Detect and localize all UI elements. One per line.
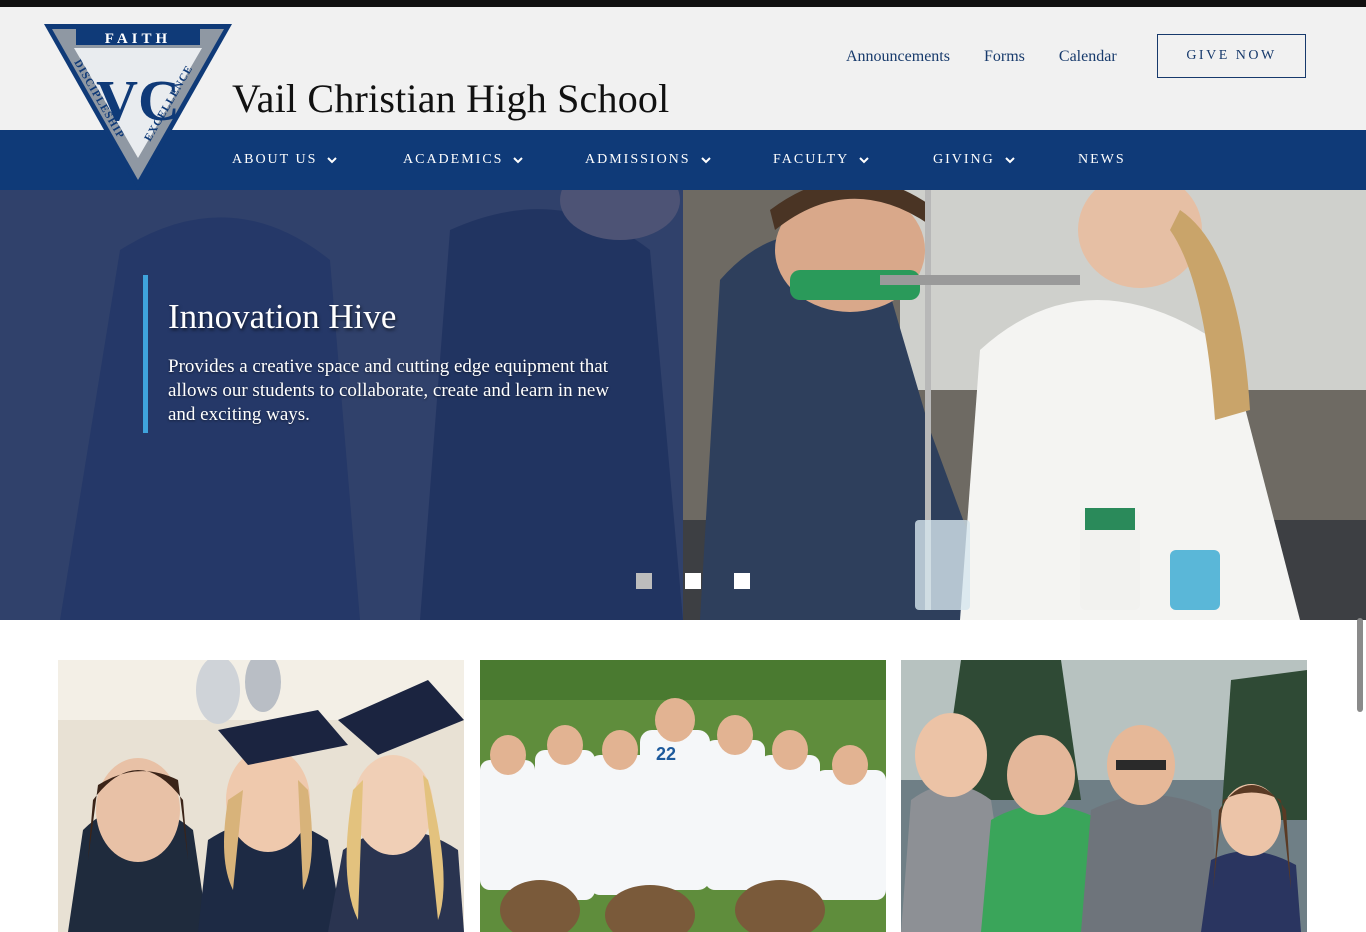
slide-dot-1[interactable] [636,573,652,589]
nav-news-label: NEWS [1078,152,1126,167]
utility-nav: Announcements Forms Calendar [846,48,1117,66]
nav-faculty[interactable]: FACULTY [773,130,870,190]
chevron-down-icon [512,154,524,166]
nav-giving-label: GIVING [933,152,995,167]
top-border [0,0,1366,7]
chevron-down-icon [1004,154,1016,166]
logo-monogram: VC [96,68,180,133]
nav-forms[interactable]: Forms [984,48,1025,66]
nav-academics-label: ACADEMICS [403,152,504,167]
logo-faith-text: FAITH [105,31,171,47]
nav-giving[interactable]: GIVING [933,130,1016,190]
nav-news[interactable]: NEWS [1078,130,1126,190]
nav-about-us-label: ABOUT US [232,152,318,167]
give-now-button[interactable]: GIVE NOW [1157,34,1306,78]
hero-slider: Innovation Hive Provides a creative spac… [0,190,1366,620]
nav-academics[interactable]: ACADEMICS [403,130,524,190]
card-students[interactable] [901,660,1307,932]
chevron-down-icon [700,154,712,166]
students-group-photo [901,660,1307,932]
chevron-down-icon [858,154,870,166]
card-soccer[interactable]: 22 [480,660,886,932]
nav-about-us[interactable]: ABOUT US [232,130,338,190]
soccer-team-photo: 22 [480,660,886,932]
slider-pagination [636,573,750,589]
caption-accent-bar [143,275,148,433]
hero-title: Innovation Hive [168,297,397,336]
nav-announcements[interactable]: Announcements [846,48,950,66]
school-logo[interactable]: FAITH DISCIPLESHIP EXCELLENCE VC [42,22,234,194]
nav-calendar[interactable]: Calendar [1059,48,1117,66]
slide-dot-2[interactable] [685,573,701,589]
graduates-photo [58,660,464,932]
school-name[interactable]: Vail Christian High School [232,75,669,122]
hero-description: Provides a creative space and cutting ed… [168,356,610,425]
card-graduates[interactable] [58,660,464,932]
nav-admissions[interactable]: ADMISSIONS [585,130,712,190]
slide-dot-3[interactable] [734,573,750,589]
nav-faculty-label: FACULTY [773,152,850,167]
chevron-down-icon [326,154,338,166]
scrollbar-thumb[interactable] [1357,618,1363,712]
nav-admissions-label: ADMISSIONS [585,152,691,167]
svg-text:22: 22 [656,744,676,764]
